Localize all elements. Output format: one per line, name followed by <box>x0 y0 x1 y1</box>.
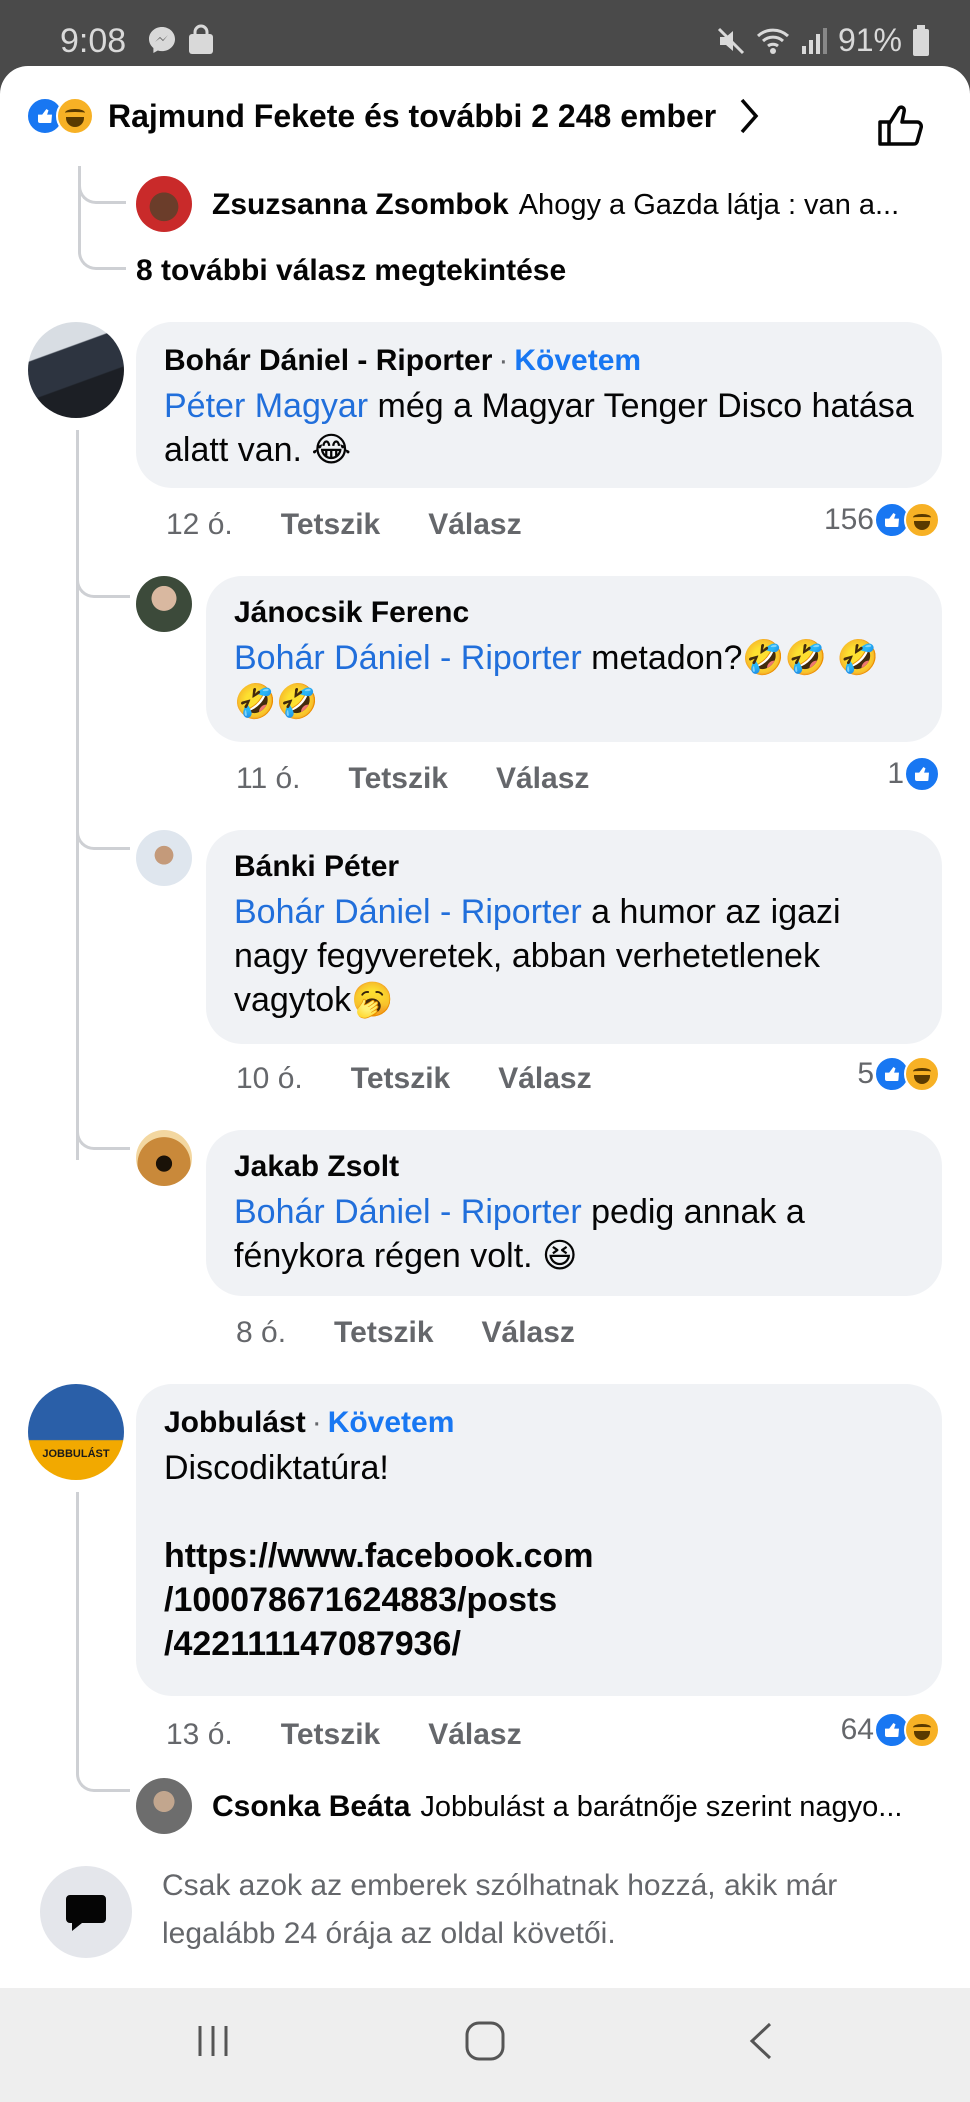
avatar[interactable] <box>136 830 192 886</box>
haha-reaction-icon <box>904 1712 940 1748</box>
recent-apps-icon[interactable] <box>190 2018 236 2064</box>
comment-text: Bohár Dániel - Riporter metadon?🤣🤣 🤣🤣🤣 <box>234 639 879 721</box>
comment-actions: 11 ó. Tetszik Válasz <box>236 762 637 796</box>
comment-author[interactable]: Zsuzsanna Zsombok <box>212 188 509 222</box>
reaction-count[interactable]: 156 <box>824 502 940 538</box>
mute-icon <box>717 27 745 54</box>
comment-bubble[interactable]: Bohár Dániel - Riporter · Követem Péter Ma… <box>136 322 942 488</box>
comment-bubble[interactable]: Jánocsik Ferenc Bohár Dániel - Riporter … <box>206 576 942 742</box>
mention-link[interactable]: Bohár Dániel - Riporter <box>234 639 582 677</box>
reaction-count[interactable]: 64 <box>841 1712 940 1748</box>
comments-sheet: Rajmund Fekete és további 2 248 ember Zs… <box>0 66 970 1988</box>
chevron-right-icon <box>740 98 759 134</box>
reactions-text: Rajmund Fekete és további 2 248 ember <box>108 97 717 134</box>
battery-percent: 91% <box>837 22 902 58</box>
reaction-count[interactable]: 1 <box>887 756 940 792</box>
comment-time: 11 ó. <box>236 762 301 795</box>
comment-time: 13 ó. <box>166 1718 233 1751</box>
reply-button[interactable]: Válasz <box>498 1062 591 1096</box>
comment-text: Bohár Dániel - Riporter pedig annak a fé… <box>234 1193 805 1275</box>
status-bar: 9:08 91% <box>0 0 970 66</box>
navigation-bar <box>0 1988 970 2102</box>
comment-bubble[interactable]: Jobbulást · Követem Discodiktatúra! https:… <box>136 1384 942 1696</box>
comment-time: 10 ó. <box>236 1062 303 1095</box>
collapsed-reply[interactable]: Csonka Beáta Jobbulást a barátnője szeri… <box>212 1790 902 1824</box>
speech-bubble-icon <box>66 1895 106 1931</box>
signal-icon <box>801 27 827 54</box>
comment-bubble[interactable]: Bánki Péter Bohár Dániel - Riporter a hu… <box>206 830 942 1044</box>
haha-reaction-icon <box>904 502 940 538</box>
avatar-label: JOBBULÁST <box>42 1448 110 1460</box>
thumbs-up-icon[interactable] <box>876 102 926 148</box>
reply-button[interactable]: Válasz <box>496 762 589 796</box>
shopping-bag-icon <box>189 24 213 54</box>
comment-bubble[interactable]: Jakab Zsolt Bohár Dániel - Riporter pedi… <box>206 1130 942 1296</box>
thread-elbow <box>76 766 130 850</box>
comment-text: Péter Magyar még a Magyar Tenger Disco h… <box>164 387 914 469</box>
like-button[interactable]: Tetszik <box>281 508 380 542</box>
mention-link[interactable]: Bohár Dániel - Riporter <box>234 1193 582 1231</box>
comment-actions: 10 ó. Tetszik Válasz <box>236 1062 640 1096</box>
like-button[interactable]: Tetszik <box>349 762 448 796</box>
thread-elbow <box>76 566 130 598</box>
like-button[interactable]: Tetszik <box>334 1316 433 1350</box>
comment-actions: 12 ó. Tetszik Válasz <box>166 508 570 542</box>
thread-elbow <box>76 1066 130 1150</box>
thread-elbow <box>76 1766 130 1792</box>
battery-icon <box>913 24 929 56</box>
post-link[interactable]: https://www.facebook.com /10007867162488… <box>164 1534 914 1666</box>
haha-reaction-icon <box>904 1056 940 1092</box>
follow-button[interactable]: Követem <box>514 344 641 377</box>
avatar[interactable] <box>136 176 192 232</box>
status-time: 9:08 <box>60 22 127 60</box>
avatar[interactable] <box>136 1778 192 1834</box>
comment-text: Discodiktatúra! <box>164 1449 389 1487</box>
thread-elbow <box>78 226 126 270</box>
avatar[interactable] <box>28 322 124 418</box>
comment-restriction-notice: Csak azok az emberek szólhatnak hozzá, a… <box>162 1869 838 1950</box>
comment-preview: Jobbulást a barátnője szerint nagyo... <box>420 1790 903 1823</box>
view-more-replies-link[interactable]: 8 további válasz megtekintése <box>136 254 566 288</box>
comment-author[interactable]: Jakab Zsolt <box>234 1150 399 1183</box>
messenger-icon <box>149 27 175 53</box>
thread-elbow <box>78 178 126 204</box>
reply-button[interactable]: Válasz <box>482 1316 575 1350</box>
collapsed-reply[interactable]: Zsuzsanna Zsombok Ahogy a Gazda látja : … <box>212 188 899 222</box>
mention-link[interactable]: Bohár Dániel - Riporter <box>234 893 582 931</box>
comment-author[interactable]: Jobbulást <box>164 1406 306 1439</box>
haha-reaction-icon <box>56 97 94 135</box>
like-button[interactable]: Tetszik <box>281 1718 380 1752</box>
avatar[interactable]: JOBBULÁST <box>28 1384 124 1480</box>
reaction-count[interactable]: 5 <box>857 1056 940 1092</box>
like-button[interactable]: Tetszik <box>351 1062 450 1096</box>
comment-author[interactable]: Csonka Beáta <box>212 1790 410 1824</box>
back-icon[interactable] <box>740 2018 786 2064</box>
comment-time: 12 ó. <box>166 508 233 541</box>
avatar[interactable] <box>136 576 192 632</box>
comment-text: Bohár Dániel - Riporter a humor az igazi… <box>234 893 841 1019</box>
follow-button[interactable]: Követem <box>328 1406 455 1439</box>
comment-composer: Csak azok az emberek szólhatnak hozzá, a… <box>0 1848 970 1988</box>
reactions-summary[interactable]: Rajmund Fekete és további 2 248 ember <box>26 96 764 136</box>
like-reaction-icon <box>904 756 940 792</box>
comment-actions: 8 ó. Tetszik Válasz <box>236 1316 623 1350</box>
thread-line <box>76 1492 79 1772</box>
comment-author[interactable]: Jánocsik Ferenc <box>234 596 469 629</box>
comment-actions: 13 ó. Tetszik Válasz <box>166 1718 570 1752</box>
home-icon[interactable] <box>462 2018 508 2064</box>
comment-button[interactable] <box>40 1866 132 1958</box>
reply-button[interactable]: Válasz <box>428 508 521 542</box>
mention-link[interactable]: Péter Magyar <box>164 387 368 425</box>
comment-author[interactable]: Bohár Dániel - Riporter <box>164 344 492 377</box>
comment-preview: Ahogy a Gazda látja : van a... <box>518 188 900 221</box>
comment-time: 8 ó. <box>236 1316 287 1349</box>
avatar[interactable] <box>136 1130 192 1186</box>
reply-button[interactable]: Válasz <box>428 1718 521 1752</box>
wifi-icon <box>756 28 789 54</box>
comment-author[interactable]: Bánki Péter <box>234 850 399 883</box>
